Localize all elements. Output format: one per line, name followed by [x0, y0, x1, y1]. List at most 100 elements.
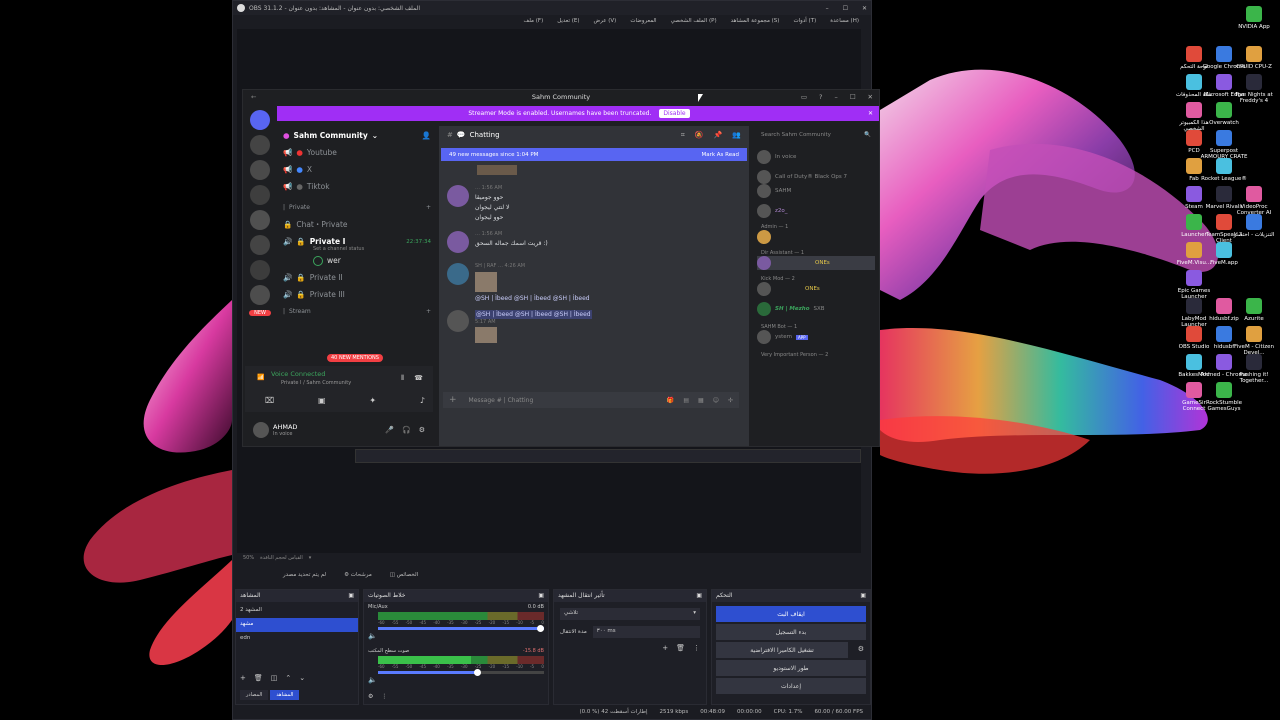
- add-channel-icon[interactable]: +: [426, 308, 431, 315]
- member[interactable]: SAHM: [757, 184, 875, 198]
- channel-tiktok[interactable]: 📢 ● Tiktok: [283, 178, 431, 195]
- back-icon[interactable]: ←: [251, 93, 256, 101]
- scene-item[interactable]: المشهد 2: [236, 604, 358, 618]
- dock-menu-icon[interactable]: ▣: [538, 592, 544, 600]
- emoji-icon[interactable]: ☺: [713, 397, 719, 404]
- threads-icon[interactable]: ⌗: [681, 131, 685, 140]
- scene-item-selected[interactable]: مشهد: [236, 618, 358, 632]
- stop-streaming-button[interactable]: ايقاف البث: [716, 606, 866, 622]
- server-icon[interactable]: [250, 260, 270, 280]
- speaker-icon[interactable]: 🔈: [368, 676, 377, 684]
- image-attachment[interactable]: [475, 272, 497, 292]
- add-icon[interactable]: +: [662, 644, 668, 652]
- headset-icon[interactable]: 🎧: [402, 426, 411, 434]
- desktop-icon[interactable]: Azurite: [1230, 298, 1278, 322]
- gif-icon[interactable]: ▤: [683, 397, 689, 404]
- desktop-icon[interactable]: NVIDIA App: [1230, 6, 1278, 30]
- desktop-icon[interactable]: VideoProc Converter AI: [1230, 186, 1278, 216]
- desktop-icon[interactable]: RockStumble GamesGuys: [1200, 382, 1248, 412]
- voice-user[interactable]: wer: [283, 252, 431, 269]
- tab-sources[interactable]: المصادر: [240, 690, 269, 700]
- duration-input[interactable]: ٣٠٠ ms: [592, 626, 700, 638]
- screen-share-icon[interactable]: ▣: [318, 396, 326, 405]
- new-badge[interactable]: NEW: [249, 310, 271, 316]
- menu-view[interactable]: (V) عرض: [594, 18, 617, 26]
- server-icon[interactable]: [250, 135, 270, 155]
- menu-profile[interactable]: (P) الملف الشخصي: [671, 18, 717, 26]
- dock-menu-icon[interactable]: ▣: [348, 592, 354, 600]
- sticker-icon[interactable]: ▦: [698, 397, 704, 404]
- member[interactable]: ONEs: [757, 256, 875, 270]
- more-icon[interactable]: ⋮: [693, 644, 700, 652]
- maximize-icon[interactable]: ☐: [843, 5, 848, 12]
- channel-youtube[interactable]: 📢 ● Youtube: [283, 144, 431, 161]
- desktop-icon[interactable]: Epic Games Launcher: [1170, 270, 1218, 300]
- maximize-icon[interactable]: ☐: [850, 93, 856, 101]
- mark-as-read-button[interactable]: Mark As Read: [701, 152, 739, 158]
- studio-mode-button[interactable]: طور الاستوديو: [716, 660, 866, 676]
- gear-icon[interactable]: ⚙: [368, 693, 373, 700]
- desktop-icon[interactable]: التنزيلات - اختصار: [1230, 214, 1278, 238]
- more-icon[interactable]: ⋮: [381, 693, 387, 700]
- category-private[interactable]: | Private +: [283, 199, 431, 216]
- slider-handle[interactable]: [474, 669, 482, 676]
- minimize-icon[interactable]: –: [826, 5, 829, 12]
- chevron-down-icon[interactable]: ▾: [309, 555, 312, 563]
- message-input[interactable]: + Message # | Chatting 🎁 ▤ ▦ ☺ ✢: [443, 392, 739, 408]
- move-up-icon[interactable]: ⌃: [285, 674, 291, 682]
- start-recording-button[interactable]: بدء التسجيل: [716, 624, 866, 640]
- apps-icon[interactable]: ✢: [728, 397, 733, 404]
- member[interactable]: ystem APP: [757, 330, 875, 344]
- desktop-icon[interactable]: Five Nights at Freddy's 4: [1230, 74, 1278, 104]
- image-attachment[interactable]: [477, 165, 517, 175]
- preview-zoom[interactable]: 50%: [243, 555, 254, 563]
- category-stream[interactable]: | Stream +: [283, 303, 431, 320]
- disable-button[interactable]: Disable: [659, 109, 690, 118]
- scene-filter-icon[interactable]: ◫: [271, 674, 278, 682]
- noise-icon[interactable]: ⦀: [401, 374, 404, 383]
- desktop-icon[interactable]: FiveM - Citizen Devel...: [1230, 326, 1278, 356]
- member[interactable]: [757, 230, 875, 244]
- desktop-icon[interactable]: Overwatch: [1200, 102, 1248, 126]
- image-attachment[interactable]: [475, 327, 497, 343]
- member[interactable]: ONEs: [757, 282, 875, 296]
- volume-slider[interactable]: [378, 669, 544, 676]
- search-input[interactable]: Search Sahm Community 🔍: [757, 128, 875, 142]
- camera-off-icon[interactable]: ⌧: [265, 396, 274, 405]
- menu-help[interactable]: (H) مساعدة: [830, 18, 859, 26]
- minimize-icon[interactable]: –: [834, 93, 837, 101]
- avatar[interactable]: [447, 263, 469, 285]
- desktop-icon[interactable]: FiveM.app: [1200, 242, 1248, 266]
- discord-home-icon[interactable]: [250, 110, 270, 130]
- bell-icon[interactable]: 🔕: [695, 131, 704, 140]
- desktop-icon[interactable]: Rocket League®: [1200, 158, 1248, 182]
- add-icon[interactable]: +: [240, 674, 246, 682]
- member[interactable]: Call of Duty® Black Ops 7: [757, 170, 875, 184]
- mentions-badge[interactable]: 40 NEW MENTIONS: [327, 354, 383, 362]
- avatar[interactable]: [447, 310, 469, 332]
- channel-private-3[interactable]: 🔊 🔒 Private III: [283, 286, 431, 303]
- soundboard-icon[interactable]: ♪: [420, 396, 425, 405]
- channel-x[interactable]: 📢 ● X: [283, 161, 431, 178]
- properties-button[interactable]: ◫ الخصائص: [390, 572, 418, 578]
- menu-edit[interactable]: (E) تعديل: [557, 18, 579, 26]
- slider-handle[interactable]: [537, 625, 544, 632]
- volume-slider[interactable]: [378, 625, 544, 632]
- menu-docks[interactable]: المعروضات: [630, 18, 656, 26]
- move-down-icon[interactable]: ⌄: [299, 674, 305, 682]
- menu-tools[interactable]: (T) أدوات: [793, 18, 816, 26]
- channel-chat-private[interactable]: 🔒 Chat・Private: [283, 216, 431, 233]
- channel-private-2[interactable]: 🔊 🔒 Private II: [283, 269, 431, 286]
- server-icon[interactable]: [250, 285, 270, 305]
- desktop-icon[interactable]: Superpost ARMOURY CRATE: [1200, 130, 1248, 160]
- server-icon[interactable]: [250, 185, 270, 205]
- server-name[interactable]: ● Sahm Community ⌄ 👤: [283, 126, 431, 144]
- server-icon[interactable]: [250, 160, 270, 180]
- close-icon[interactable]: ✕: [862, 5, 867, 12]
- inbox-icon[interactable]: ▭: [801, 93, 807, 101]
- member[interactable]: In voice: [757, 150, 875, 164]
- trash-icon[interactable]: 🗑: [676, 644, 685, 652]
- add-attachment-icon[interactable]: +: [449, 395, 457, 405]
- dock-menu-icon[interactable]: ▣: [696, 592, 702, 600]
- pin-icon[interactable]: 📌: [714, 131, 723, 140]
